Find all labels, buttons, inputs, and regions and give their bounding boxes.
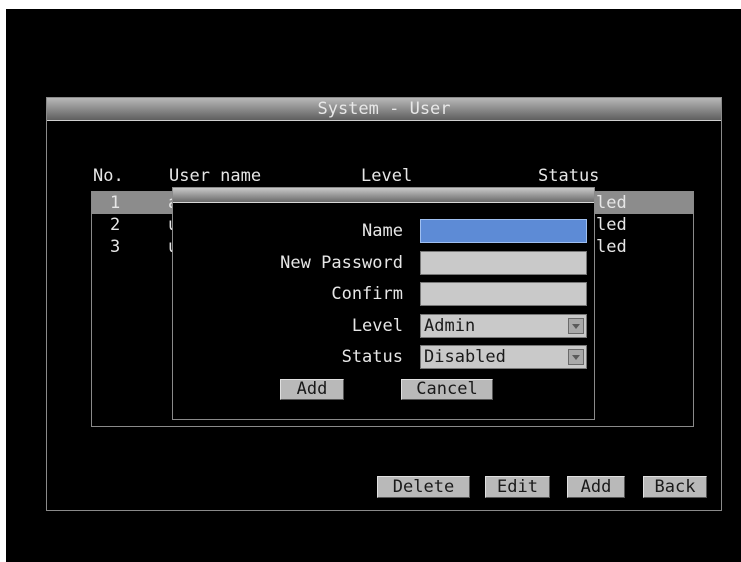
status-label: Status — [341, 347, 403, 367]
new-password-field[interactable] — [420, 251, 587, 275]
column-header-level: Level — [361, 166, 413, 186]
row-status: led — [596, 215, 627, 235]
chevron-down-icon[interactable] — [568, 349, 584, 365]
back-button[interactable]: Back — [643, 476, 707, 498]
dvr-screen: System - User No. User name Level Status… — [6, 9, 741, 562]
status-select-value: Disabled — [424, 347, 506, 367]
level-select-value: Admin — [424, 316, 476, 336]
chevron-down-icon[interactable] — [568, 318, 584, 334]
row-number: 3 — [110, 237, 121, 257]
level-select[interactable]: Admin — [420, 314, 587, 338]
status-select[interactable]: Disabled — [420, 345, 587, 369]
row-status: led — [596, 193, 627, 213]
row-status: led — [596, 237, 627, 257]
column-header-user-name: User name — [169, 166, 262, 186]
dialog-add-button[interactable]: Add — [280, 379, 344, 400]
dialog-cancel-button[interactable]: Cancel — [401, 379, 493, 400]
row-number: 1 — [110, 193, 121, 213]
column-header-no: No. — [93, 166, 124, 186]
name-label: Name — [362, 221, 403, 241]
add-user-dialog: Name New Password Confirm Level Admin St… — [172, 187, 595, 420]
dialog-title-bar — [173, 188, 594, 203]
title-bar: System - User — [47, 98, 721, 121]
delete-button[interactable]: Delete — [377, 476, 470, 498]
level-label: Level — [351, 316, 403, 336]
edit-button[interactable]: Edit — [485, 476, 550, 498]
name-field[interactable] — [420, 219, 587, 243]
new-password-label: New Password — [280, 253, 403, 273]
confirm-label: Confirm — [331, 284, 403, 304]
row-number: 2 — [110, 215, 121, 235]
confirm-password-field[interactable] — [420, 282, 587, 306]
column-header-status: Status — [538, 166, 600, 186]
window-title: System - User — [317, 99, 451, 119]
add-user-button[interactable]: Add — [567, 476, 625, 498]
